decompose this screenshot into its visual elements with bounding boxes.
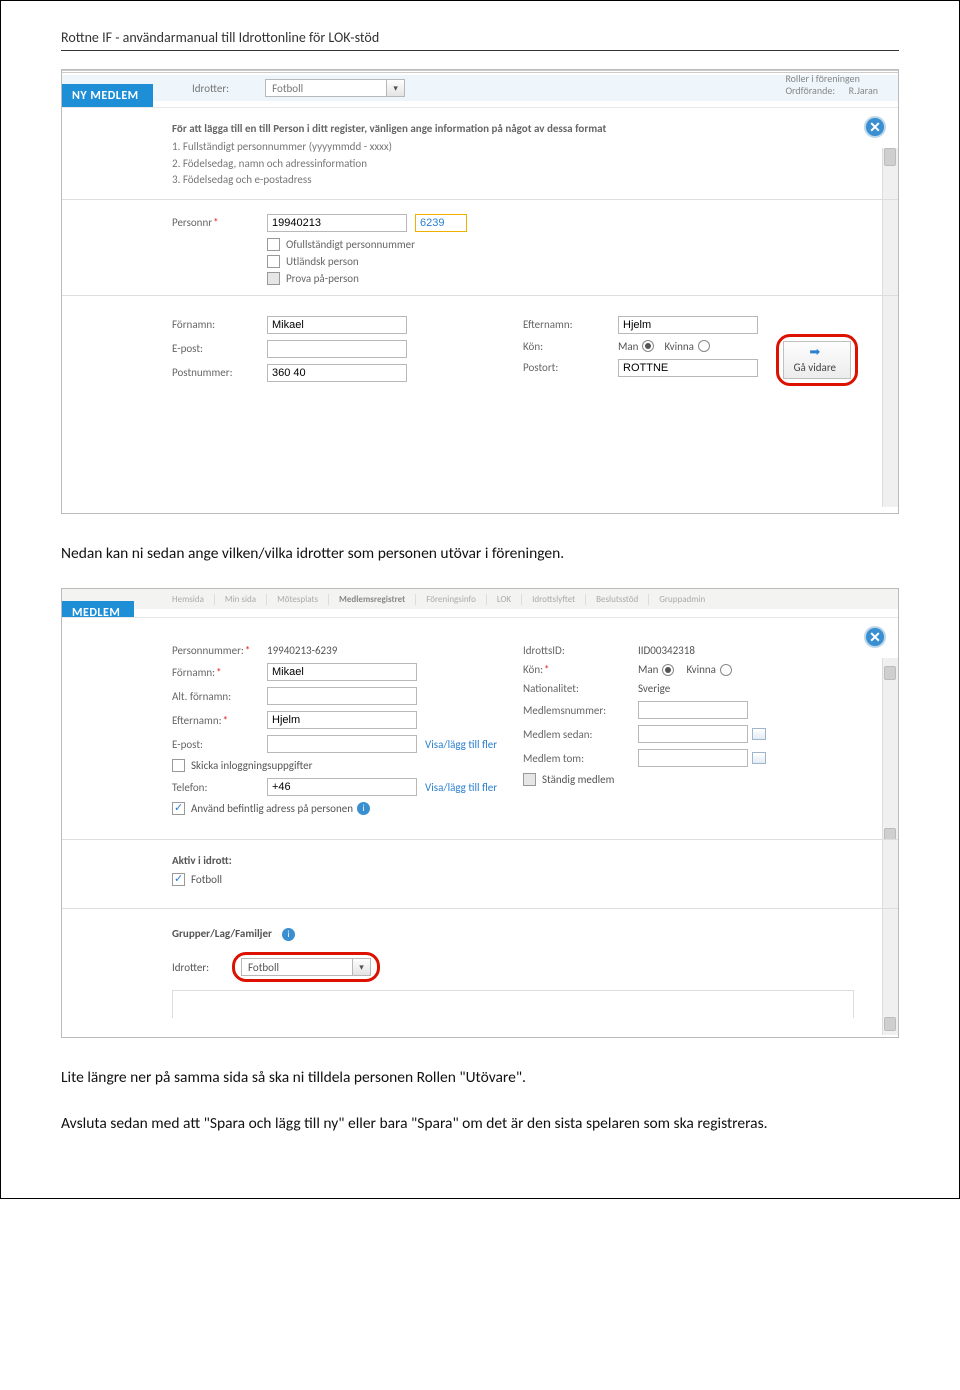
personnr-label: Personnummer: <box>172 644 267 657</box>
kon-label: Kön: <box>523 663 638 676</box>
document-page: Rottne IF - användarmanual till Idrotton… <box>0 0 960 1199</box>
idrotter-label: Idrotter: <box>172 961 232 974</box>
intro-heading: För att lägga till en till Person i ditt… <box>172 122 874 135</box>
ga-vidare-button[interactable]: ➡ Gå vidare <box>783 341 851 379</box>
epost-label: E-post: <box>172 738 267 751</box>
efternamn-input[interactable] <box>618 316 758 334</box>
medlemsnr-label: Medlemsnummer: <box>523 704 638 717</box>
nationalitet-label: Nationalitet: <box>523 682 638 695</box>
fornamn-label: Förnamn: <box>172 318 267 331</box>
fornamn-input[interactable] <box>267 316 407 334</box>
screenshot-medlem: Hemsida Min sida Mötesplats Medlemsregis… <box>61 588 899 1038</box>
background-toolbar: Idrotter: Fotboll Roller i föreningen Or… <box>62 75 898 101</box>
visa-fler-link[interactable]: Visa/lägg till fler <box>425 738 497 751</box>
screenshot-ny-medlem: Idrotter: Fotboll Roller i föreningen Or… <box>61 69 899 514</box>
postnr-input[interactable] <box>267 364 407 382</box>
personnr-input-1[interactable] <box>267 214 407 232</box>
calendar-icon[interactable] <box>752 728 766 740</box>
page-header: Rottne IF - användarmanual till Idrotton… <box>61 29 899 46</box>
radio-kvinna[interactable] <box>698 340 710 352</box>
medlem-sedan-input[interactable] <box>638 725 748 743</box>
idrotter-select[interactable]: Fotboll <box>241 958 371 976</box>
postnr-label: Postnummer: <box>172 366 267 379</box>
kon-label: Kön: <box>523 340 618 353</box>
checkbox-utlandsk[interactable] <box>267 255 280 268</box>
radio-man[interactable] <box>662 664 674 676</box>
postort-input[interactable] <box>618 359 758 377</box>
grupper-title: Grupper/Lag/Familjer <box>172 927 272 940</box>
medlem-tom-input[interactable] <box>638 749 748 767</box>
epost-input[interactable] <box>267 735 417 753</box>
idrotter-highlight: Fotboll <box>232 952 380 982</box>
radio-kvinna[interactable] <box>720 664 732 676</box>
telefon-label: Telefon: <box>172 781 267 794</box>
radio-man[interactable] <box>642 340 654 352</box>
medlemsnr-input[interactable] <box>638 701 748 719</box>
telefon-input[interactable] <box>267 778 417 796</box>
chevron-down-icon[interactable] <box>386 80 404 96</box>
tab-ny-medlem[interactable]: NY MEDLEM <box>62 84 153 108</box>
info-icon[interactable]: i <box>282 928 295 941</box>
checkbox-fotboll[interactable]: ✓ <box>172 873 185 886</box>
intro-line-2: 2. Födelsedag, namn och adressinformatio… <box>172 156 874 173</box>
efternamn-label: Efternamn: <box>172 714 267 727</box>
visa-fler-link-2[interactable]: Visa/lägg till fler <box>425 781 497 794</box>
fornamn-label: Förnamn: <box>172 666 267 679</box>
chevron-down-icon[interactable] <box>352 959 370 975</box>
top-nav: Hemsida Min sida Mötesplats Medlemsregis… <box>62 589 898 609</box>
epost-input[interactable] <box>267 340 407 358</box>
narrative-3: Avsluta sedan med att "Spara och lägg ti… <box>61 1112 899 1136</box>
epost-label: E-post: <box>172 342 267 355</box>
bg-idrotter-select[interactable]: Fotboll <box>265 79 405 97</box>
info-icon[interactable]: i <box>357 802 370 815</box>
alt-fornamn-label: Alt. förnamn: <box>172 690 267 703</box>
header-rule <box>61 50 899 51</box>
ga-vidare-highlight: ➡ Gå vidare <box>776 334 858 386</box>
fornamn-input[interactable] <box>267 663 417 681</box>
postort-label: Postort: <box>523 361 618 374</box>
efternamn-label: Efternamn: <box>523 318 618 331</box>
bg-idrotter-label: Idrotter: <box>192 82 229 95</box>
alt-fornamn-input[interactable] <box>267 687 417 705</box>
narrative-1: Nedan kan ni sedan ange vilken/vilka idr… <box>61 542 899 566</box>
efternamn-input[interactable] <box>267 711 417 729</box>
narrative-2: Lite längre ner på samma sida så ska ni … <box>61 1066 899 1090</box>
checkbox-skicka[interactable] <box>172 759 185 772</box>
calendar-icon[interactable] <box>752 752 766 764</box>
idrottsid-label: IdrottsID: <box>523 644 638 657</box>
checkbox-prova-pa[interactable] <box>267 272 280 285</box>
medlem-sedan-label: Medlem sedan: <box>523 728 638 741</box>
intro-line-3: 3. Födelsedag och e-postadress <box>172 172 874 189</box>
checkbox-standig[interactable] <box>523 773 536 786</box>
personnr-value: 19940213-6239 <box>267 644 337 657</box>
intro-line-1: 1. Fullständigt personnummer (yyyymmdd -… <box>172 139 874 156</box>
checkbox-ofullstandigt[interactable] <box>267 238 280 251</box>
arrow-right-icon: ➡ <box>809 346 820 359</box>
nationalitet-value: Sverige <box>638 682 670 695</box>
checkbox-anvand-adress[interactable]: ✓ <box>172 802 185 815</box>
personnr-input-2[interactable] <box>415 214 467 232</box>
personnr-label: Personnr <box>172 216 267 229</box>
aktiv-i-idrott-title: Aktiv i idrott: <box>172 854 874 867</box>
idrottsid-value: IID00342318 <box>638 644 695 657</box>
medlem-tom-label: Medlem tom: <box>523 752 638 765</box>
